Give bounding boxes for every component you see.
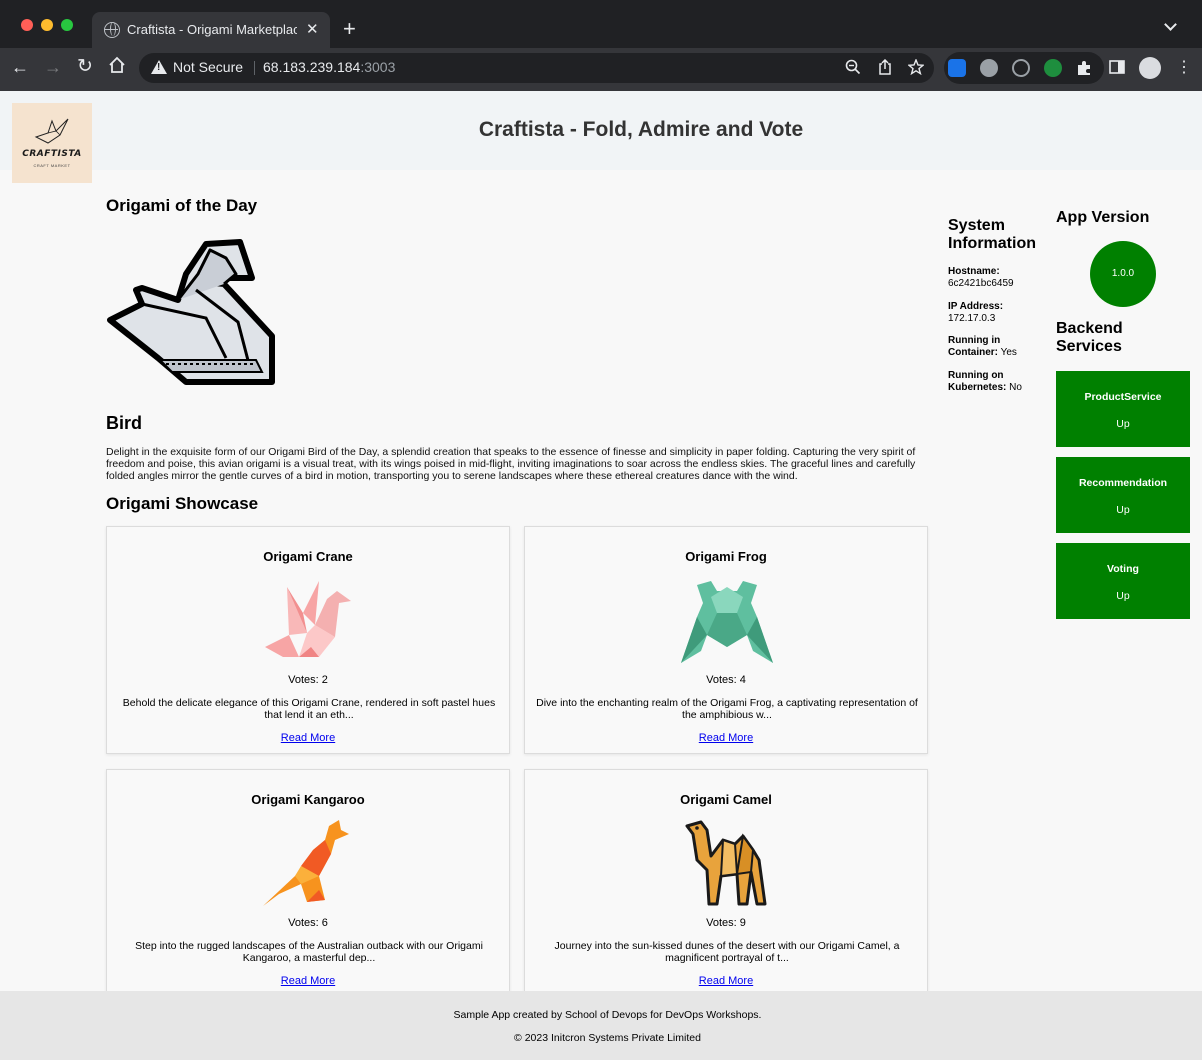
- sidebar-icon[interactable]: [1109, 59, 1127, 77]
- minimize-window-button[interactable]: [41, 19, 53, 31]
- read-more-link[interactable]: Read More: [525, 732, 927, 744]
- product-votes: Votes: 9: [706, 917, 746, 929]
- extension-check-icon[interactable]: [1044, 59, 1062, 77]
- share-icon[interactable]: [877, 58, 893, 78]
- site-footer: Sample App created by School of Devops f…: [0, 991, 1202, 1060]
- read-more-link[interactable]: Read More: [107, 975, 509, 987]
- read-more-link[interactable]: Read More: [525, 975, 927, 987]
- ip-label: IP Address:: [948, 301, 1004, 312]
- extension-k-icon[interactable]: [980, 59, 998, 77]
- browser-tab[interactable]: Craftista - Origami Marketplace ✕: [92, 12, 330, 48]
- tab-title: Craftista - Origami Marketplace: [127, 22, 297, 37]
- not-secure-label: Not Secure: [173, 59, 244, 75]
- extension-3-icon[interactable]: [1012, 59, 1030, 77]
- site-header: Craftista - Fold, Admire and Vote: [0, 91, 1202, 170]
- product-votes: Votes: 2: [288, 674, 328, 686]
- service-status: Up: [1116, 418, 1130, 430]
- app-version-heading: App Version: [1056, 209, 1150, 226]
- hostname-value: 6c2421bc6459: [948, 278, 1014, 289]
- showcase-heading: Origami Showcase: [106, 494, 259, 513]
- logo-subtext: CRAFT MARKET: [33, 163, 71, 168]
- frog-icon: [681, 581, 773, 663]
- product-title: Origami Camel: [680, 792, 772, 807]
- menu-kebab-icon[interactable]: ⋮: [1176, 57, 1192, 79]
- warning-icon: [151, 60, 167, 74]
- container-value: Yes: [1000, 347, 1017, 358]
- product-card: Origami Crane Votes: 2 Behold the delica…: [106, 526, 510, 754]
- back-arrow-icon[interactable]: ←: [11, 56, 29, 78]
- app-version-badge: 1.0.0: [1090, 241, 1156, 307]
- puzzle-icon[interactable]: [1075, 59, 1093, 77]
- forward-arrow-icon[interactable]: →: [44, 56, 62, 78]
- service-status-voting: Voting Up: [1056, 543, 1190, 619]
- product-title: Origami Kangaroo: [251, 792, 365, 807]
- product-title: Origami Frog: [685, 549, 767, 564]
- globe-icon: [104, 22, 120, 38]
- service-status-productservice: ProductService Up: [1056, 371, 1190, 447]
- product-description: Step into the rugged landscapes of the A…: [135, 940, 483, 964]
- service-name: Recommendation: [1078, 477, 1168, 489]
- service-status-recommendation: Recommendation Up: [1056, 457, 1190, 533]
- url-text[interactable]: 68.183.239.184:3003: [263, 59, 395, 75]
- bookmark-star-icon[interactable]: [907, 58, 925, 78]
- page-viewport: Craftista - Fold, Admire and Vote CRAFTI…: [0, 91, 1202, 1060]
- origami-crane-logo-icon: [34, 118, 69, 144]
- tab-strip: Craftista - Origami Marketplace ✕ +: [0, 0, 1202, 48]
- new-tab-icon[interactable]: +: [343, 17, 356, 41]
- footer-copyright: © 2023 Initcron Systems Private Limited: [514, 1032, 701, 1044]
- swan-origami-image: [107, 239, 275, 385]
- container-label: Running in Container:: [948, 335, 1001, 358]
- tab-search-chevron-icon[interactable]: [1164, 18, 1177, 31]
- tab-close-icon[interactable]: ✕: [306, 21, 319, 39]
- url-port: :3003: [360, 59, 396, 75]
- product-title: Origami Crane: [263, 549, 353, 564]
- product-description: Dive into the enchanting realm of the Or…: [536, 697, 918, 721]
- service-name: Voting: [1107, 563, 1139, 575]
- product-card: Origami Kangaroo Votes: 6 Step into the …: [106, 769, 510, 997]
- address-separator: [254, 61, 255, 75]
- origami-of-the-day-heading: Origami of the Day: [106, 196, 258, 215]
- url-host: 68.183.239.184: [263, 59, 361, 75]
- kubernetes-label: Running on Kubernetes:: [948, 370, 1007, 393]
- site-title: Craftista - Fold, Admire and Vote: [478, 118, 804, 141]
- profile-avatar[interactable]: [1139, 57, 1161, 79]
- browser-toolbar: ← → ↻ Not Secure 68.183.239.184:3003: [0, 48, 1202, 91]
- kubernetes-info: Running on Kubernetes: No: [948, 370, 1048, 394]
- origami-of-the-day-description: Delight in the exquisite form of our Ori…: [106, 446, 916, 482]
- home-icon[interactable]: [108, 56, 126, 79]
- hostname-info: Hostname: 6c2421bc6459: [948, 266, 1048, 290]
- kangaroo-icon: [263, 820, 349, 906]
- logo-text: CRAFTISTA: [22, 149, 82, 159]
- container-info: Running in Container: Yes: [948, 335, 1048, 359]
- origami-of-the-day-name: Bird: [106, 413, 142, 433]
- product-votes: Votes: 6: [288, 917, 328, 929]
- extensions-area: [944, 52, 1104, 84]
- service-status: Up: [1116, 504, 1130, 516]
- craftista-logo[interactable]: CRAFTISTA CRAFT MARKET: [12, 103, 92, 183]
- address-bar[interactable]: Not Secure 68.183.239.184:3003: [139, 53, 934, 83]
- service-status: Up: [1116, 590, 1130, 602]
- product-card: Origami Camel Votes: 9 Journey into the …: [524, 769, 928, 997]
- product-votes: Votes: 4: [706, 674, 746, 686]
- ip-value: 172.17.0.3: [948, 313, 996, 324]
- close-window-button[interactable]: [21, 19, 33, 31]
- backend-services-heading: Backend Services: [1056, 320, 1123, 355]
- system-information-heading: System Information: [948, 217, 1036, 252]
- read-more-link[interactable]: Read More: [107, 732, 509, 744]
- footer-credit: Sample App created by School of Devops f…: [453, 1009, 762, 1021]
- browser-window-chrome: Craftista - Origami Marketplace ✕ + ← → …: [0, 0, 1202, 91]
- camel-icon: [685, 820, 767, 906]
- crane-icon: [265, 581, 351, 657]
- ip-info: IP Address: 172.17.0.3: [948, 301, 1048, 325]
- hostname-label: Hostname:: [948, 266, 1000, 277]
- reload-icon[interactable]: ↻: [77, 56, 93, 78]
- product-description: Journey into the sun-kissed dunes of the…: [554, 940, 900, 964]
- maximize-window-button[interactable]: [61, 19, 73, 31]
- kubernetes-value: No: [1009, 382, 1022, 393]
- service-name: ProductService: [1084, 391, 1162, 403]
- extension-1-icon[interactable]: [948, 59, 966, 77]
- product-card: Origami Frog Votes: 4 Dive into the ench…: [524, 526, 928, 754]
- zoom-icon[interactable]: [845, 59, 861, 78]
- product-description: Behold the delicate elegance of this Ori…: [122, 697, 496, 721]
